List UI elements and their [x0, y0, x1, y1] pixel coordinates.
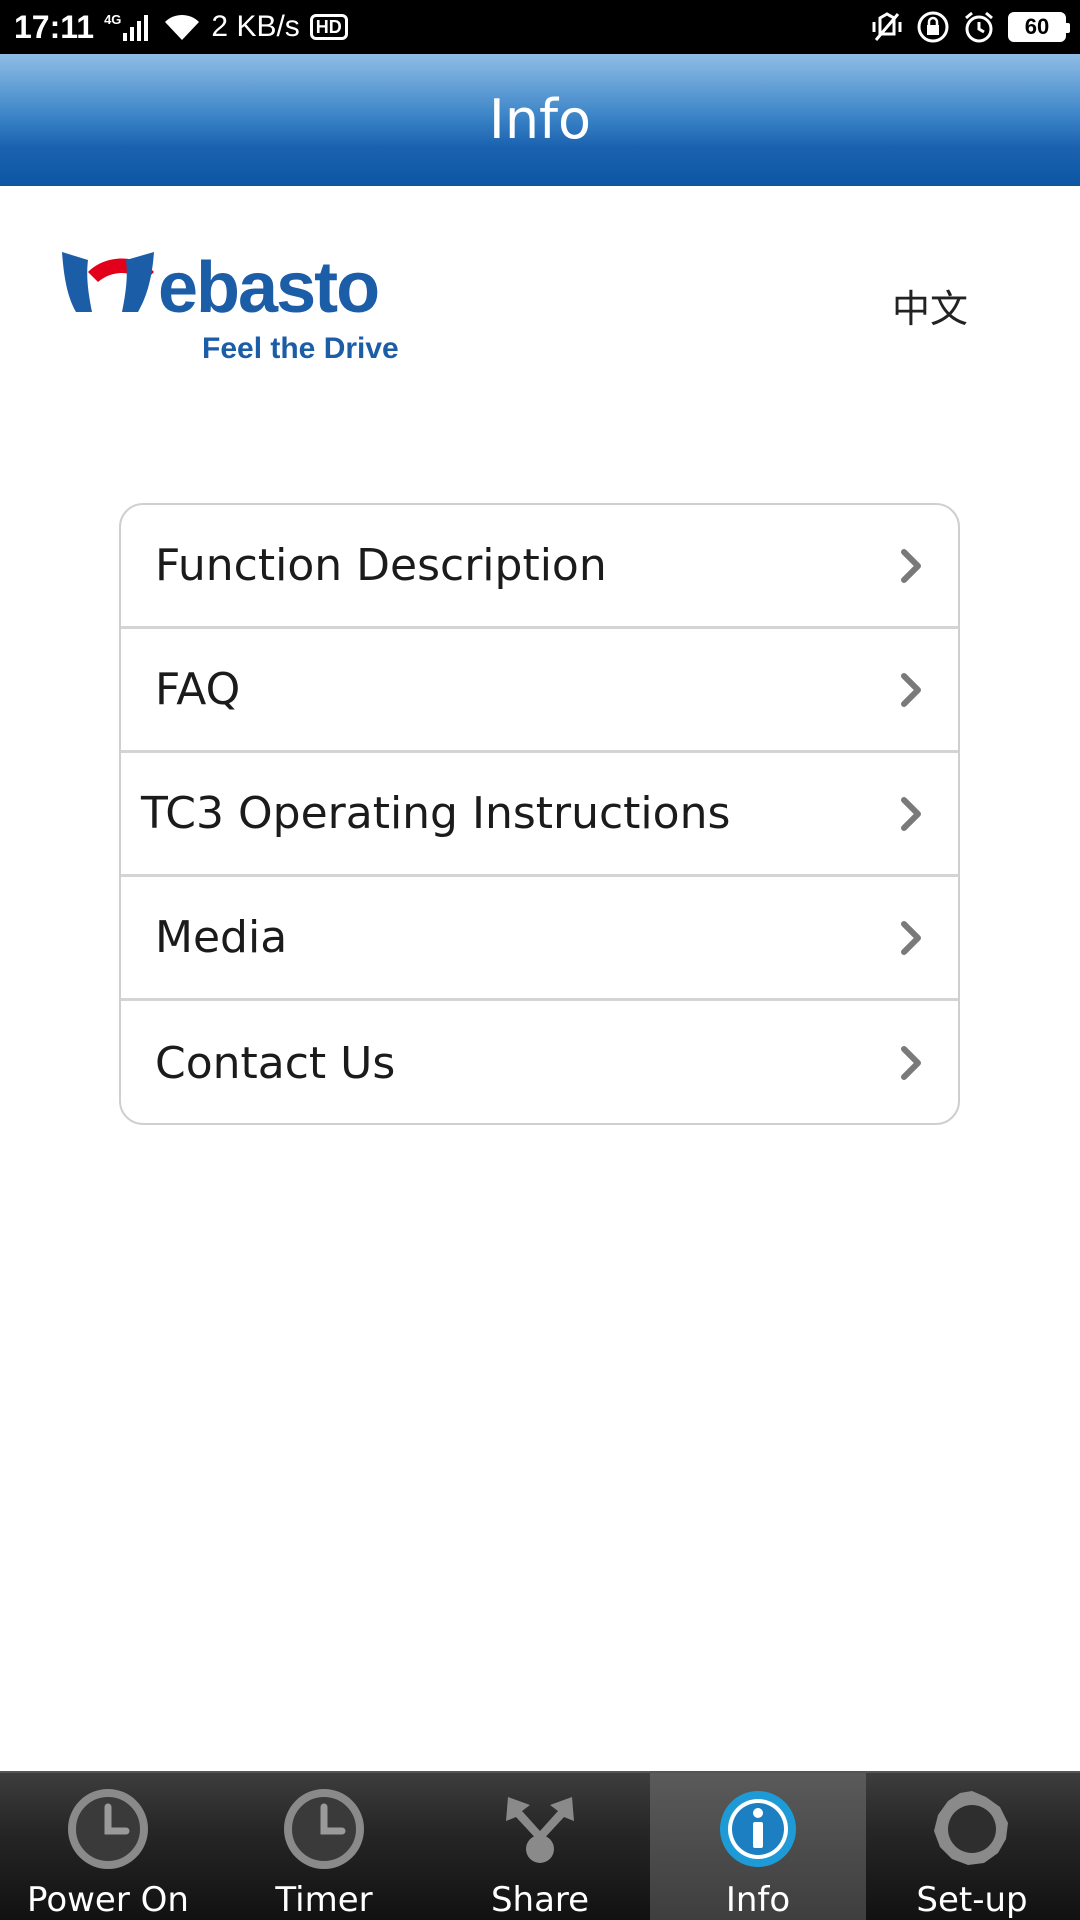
- chevron-right-icon: [901, 548, 921, 583]
- menu-item-contact-us[interactable]: Contact Us: [121, 1001, 958, 1123]
- language-toggle-button[interactable]: 中文: [880, 280, 980, 331]
- menu-item-label: TC3 Operating Instructions: [141, 788, 731, 839]
- menu-item-label: Contact Us: [155, 1037, 396, 1089]
- share-icon: [506, 1797, 574, 1863]
- menu-item-label: Function Description: [155, 540, 607, 591]
- network-speed: 2 KB/s: [211, 10, 300, 43]
- logo-tagline: Feel the Drive: [202, 332, 399, 365]
- tab-info[interactable]: Info: [650, 1773, 866, 1920]
- info-icon: [720, 1791, 796, 1867]
- lock-rotation-icon: [917, 11, 949, 43]
- timer-icon: [284, 1789, 364, 1869]
- network-type: 4G: [104, 11, 122, 27]
- webasto-logo: ebasto Feel the Drive: [62, 248, 399, 365]
- app-header: Info: [0, 54, 1080, 186]
- bottom-tab-bar: Power On Timer Share Info Set-up: [0, 1771, 1080, 1920]
- chevron-right-icon: [901, 920, 921, 955]
- alarm-icon: [965, 11, 993, 43]
- menu-item-media[interactable]: Media: [121, 877, 958, 1001]
- tab-label: Share: [490, 1880, 590, 1920]
- chevron-right-icon: [901, 672, 921, 707]
- page-title: Info: [488, 88, 592, 151]
- tab-label: Power On: [27, 1880, 189, 1920]
- chevron-right-icon: [901, 1046, 921, 1080]
- info-menu: Function Description FAQ TC3 Operating I…: [119, 503, 960, 1125]
- menu-item-function-description[interactable]: Function Description: [121, 505, 958, 629]
- clock-icon: [68, 1789, 148, 1869]
- tab-label: Set-up: [916, 1880, 1028, 1920]
- tab-set-up[interactable]: Set-up: [864, 1773, 1080, 1920]
- tab-timer[interactable]: Timer: [216, 1773, 432, 1920]
- menu-item-label: FAQ: [155, 664, 241, 715]
- tab-power-on[interactable]: Power On: [0, 1773, 216, 1920]
- logo-brand-text: ebasto: [158, 248, 378, 328]
- status-bar: 17:11 4G 2 KB/s HD 60: [0, 0, 1080, 54]
- tab-label: Timer: [275, 1880, 373, 1920]
- chevron-right-icon: [901, 796, 921, 831]
- tab-label: Info: [725, 1880, 791, 1920]
- gear-icon: [934, 1791, 1008, 1865]
- battery-indicator: 60: [1008, 12, 1070, 42]
- menu-item-tc3-operating-instructions[interactable]: TC3 Operating Instructions: [121, 753, 958, 877]
- signal-icon: [123, 15, 149, 41]
- status-time: 17:11: [14, 8, 95, 45]
- wifi-icon: [165, 14, 200, 40]
- tab-share[interactable]: Share: [432, 1773, 648, 1920]
- menu-item-faq[interactable]: FAQ: [121, 629, 958, 753]
- hd-icon: HD: [309, 14, 348, 40]
- menu-item-label: Media: [155, 912, 288, 963]
- vibrate-icon: [872, 12, 902, 41]
